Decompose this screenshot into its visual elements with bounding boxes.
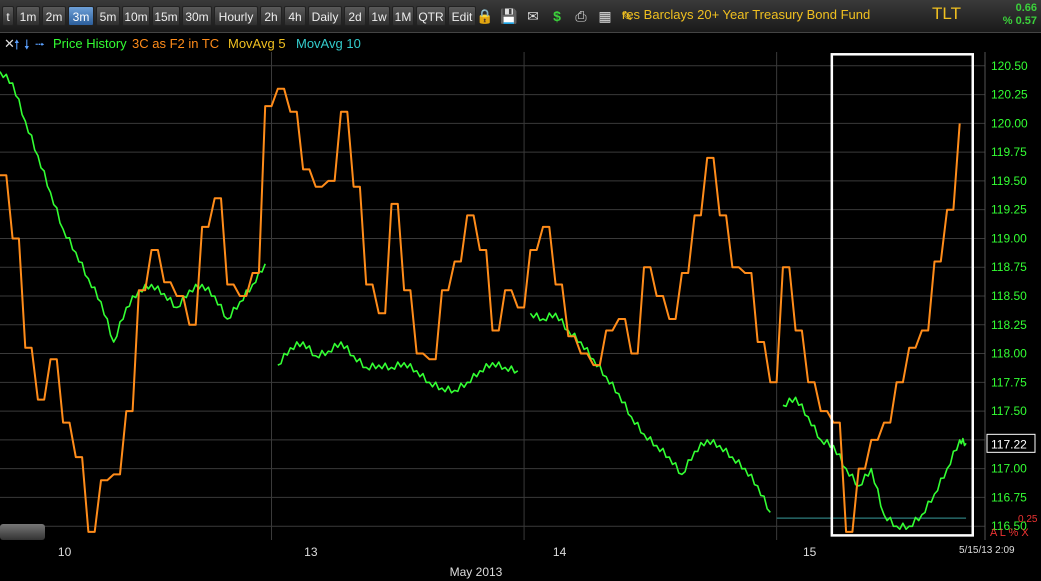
series-line-price <box>277 341 519 394</box>
x-tick-label: 15 <box>803 545 817 559</box>
arrow-up-icon[interactable]: 🠕 <box>14 36 20 58</box>
legend-3c[interactable]: 3C as F2 in TC <box>132 36 219 51</box>
y-tick-label: 119.50 <box>991 174 1027 188</box>
legend-movavg5[interactable]: MovAvg 5 <box>228 36 286 51</box>
y-tick-label: 120.00 <box>991 116 1028 130</box>
series-line-price <box>529 312 771 513</box>
y-tick-label: 117.75 <box>991 375 1027 389</box>
expand-icon[interactable]: ⭬ <box>35 36 45 58</box>
indicator-value: 0.25 <box>1018 514 1038 525</box>
y-tick-label: 118.75 <box>991 260 1027 274</box>
y-tick-label: 120.25 <box>991 88 1028 102</box>
y-tick-label: 119.00 <box>991 231 1027 245</box>
y-tick-label: 118.25 <box>991 318 1027 332</box>
y-tick-label: 118.50 <box>991 289 1027 303</box>
y-tick-label: 117.00 <box>991 462 1027 476</box>
highlight-box <box>830 53 974 537</box>
y-tick-label: 119.25 <box>991 203 1027 217</box>
x-axis-month-label: May 2013 <box>450 565 503 579</box>
series-line-3c <box>0 87 961 533</box>
y-tick-label: 118.00 <box>991 347 1027 361</box>
series-line-price <box>782 396 967 530</box>
series-line-price <box>0 71 266 343</box>
x-tick-label: 10 <box>58 545 72 559</box>
arrow-down-icon[interactable]: 🠗 <box>24 36 30 58</box>
y-tick-label: 119.75 <box>991 145 1027 159</box>
x-tick-label: 13 <box>304 545 318 559</box>
price-chart: 120.50 120.25 120.00 119.75 119.50 119.25 119.… <box>0 52 1036 579</box>
y-tick-label: 116.75 <box>991 490 1027 504</box>
axis-controls[interactable]: A L % X <box>990 527 1029 539</box>
scrollbar-thumb[interactable] <box>0 524 45 540</box>
y-tick-label: 117.50 <box>991 404 1027 418</box>
y-tick-label: 120.50 <box>991 59 1028 73</box>
x-tick-label: 14 <box>553 545 567 559</box>
timestamp: 5/15/13 2:09 <box>959 545 1015 556</box>
legend-movavg10[interactable]: MovAvg 10 <box>296 36 361 51</box>
last-price-label: 117.22 <box>991 437 1027 451</box>
legend-price-history[interactable]: Price History <box>53 36 127 51</box>
